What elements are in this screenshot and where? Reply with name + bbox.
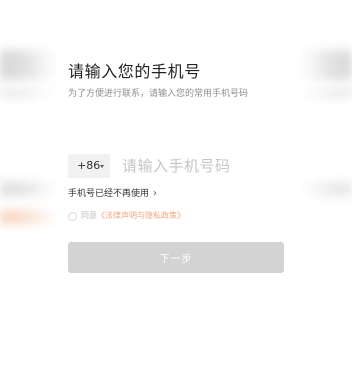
agreement-row: 同意《法律声明与隐私政策》 xyxy=(68,210,185,222)
page-subtitle: 为了方便进行联系，请输入您的常用手机号码 xyxy=(68,89,249,99)
phone-login-modal: 请输入您的手机号 为了方便进行联系，请输入您的常用手机号码 +86 手机号已经不… xyxy=(56,28,300,389)
caret-down-icon xyxy=(100,165,104,168)
country-code-select[interactable]: +86 xyxy=(68,154,110,178)
number-no-longer-used-link[interactable]: 手机号已经不再使用 › xyxy=(68,186,157,199)
chevron-right-icon: › xyxy=(153,188,158,199)
policy-link[interactable]: 《法律声明与隐私政策》 xyxy=(97,211,185,220)
number-no-longer-used-label: 手机号已经不再使用 xyxy=(68,189,150,199)
country-code-label: +86 xyxy=(77,159,101,172)
login-screen: 请输入您的手机号 为了方便进行联系，请输入您的常用手机号码 +86 手机号已经不… xyxy=(0,0,352,389)
agreement-prefix: 同意 xyxy=(81,211,97,220)
phone-input-row: +86 xyxy=(68,154,284,178)
phone-input[interactable] xyxy=(122,154,282,178)
page-title: 请输入您的手机号 xyxy=(68,62,201,81)
agreement-checkbox[interactable] xyxy=(68,211,77,221)
next-button[interactable]: 下一步 xyxy=(68,242,284,273)
